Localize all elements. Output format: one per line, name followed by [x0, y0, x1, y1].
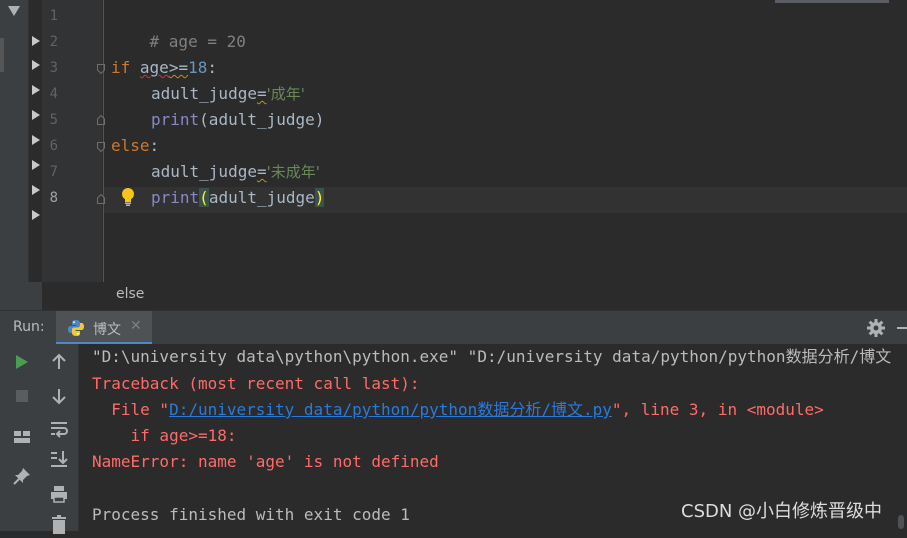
variable: adult_judge — [151, 162, 257, 181]
comment: # age = 20 — [149, 32, 246, 51]
console-command-line: "D:\university data\python\python.exe" "… — [92, 347, 892, 366]
file-suffix: ", line 3, in <module> — [611, 400, 824, 419]
run-tab[interactable]: 博文 ✕ — [56, 311, 152, 345]
keyword: else — [111, 136, 150, 155]
builtin-function: print — [151, 110, 200, 129]
line-number: 2 — [49, 34, 58, 50]
print-icon[interactable] — [49, 484, 69, 504]
breadcrumb-strip — [0, 282, 42, 310]
code-line-3[interactable]: if age>=18: — [111, 55, 217, 81]
run-tab-label: 博文 — [93, 322, 121, 338]
expand-arrow-icon[interactable] — [32, 36, 40, 46]
line-number: 7 — [49, 164, 58, 180]
fold-open-icon[interactable] — [97, 142, 105, 152]
call-arg: adult_judge — [208, 188, 315, 207]
stop-icon[interactable] — [12, 386, 32, 406]
line-number: 5 — [49, 112, 58, 128]
console-traceback: Traceback (most recent call last): — [92, 374, 420, 393]
line-number: 4 — [49, 86, 58, 102]
down-arrow-icon[interactable] — [49, 386, 69, 406]
run-toolbar-secondary — [40, 344, 79, 534]
console-file-line: File "D:/university data/python/python数据… — [92, 397, 824, 423]
watermark: CSDN @小白修炼晋级中 — [681, 501, 883, 522]
fold-close-icon[interactable] — [97, 194, 105, 204]
line-number: 6 — [49, 138, 58, 154]
matched-paren: ) — [314, 188, 325, 207]
keyword: if — [111, 58, 131, 77]
line-number-gutter[interactable]: 1 2 3 4 5 6 7 8 — [42, 0, 102, 282]
trash-icon[interactable] — [49, 514, 69, 534]
code-line-4[interactable]: adult_judge='成年' — [151, 81, 305, 107]
expand-arrow-icon[interactable] — [32, 210, 40, 220]
fold-close-icon[interactable] — [97, 115, 105, 125]
console-exit-status: Process finished with exit code 1 — [92, 505, 410, 524]
matched-paren: ( — [199, 188, 209, 207]
colon: : — [149, 136, 160, 155]
file-prefix: File " — [92, 400, 170, 419]
breadcrumb-bar: else — [0, 282, 907, 310]
unresolved-reference: age — [139, 58, 169, 77]
scroll-to-end-icon[interactable] — [49, 449, 69, 469]
number-literal: 18 — [188, 58, 208, 77]
expand-arrow-icon[interactable] — [32, 110, 40, 120]
expand-arrow-icon[interactable] — [32, 135, 40, 145]
builtin-function: print — [151, 188, 200, 207]
run-tool-header: Run: 博文 ✕ — [0, 310, 907, 345]
close-icon[interactable]: ✕ — [130, 318, 142, 334]
variable: adult_judge — [151, 84, 257, 103]
run-label: Run: — [13, 319, 45, 335]
string-literal: '成年' — [266, 85, 305, 103]
expand-arrow-icon[interactable] — [32, 160, 40, 170]
fold-open-icon[interactable] — [97, 64, 105, 74]
run-toolbar-primary — [0, 344, 41, 531]
soft-wrap-icon[interactable] — [49, 419, 69, 439]
gutter-divider — [103, 0, 104, 282]
breadcrumb[interactable]: else — [116, 286, 144, 302]
horizontal-scroll-thumb[interactable] — [775, 0, 889, 3]
operator: = — [256, 162, 267, 181]
operator: >= — [168, 58, 189, 77]
code-line-5[interactable]: print(adult_judge) — [151, 107, 324, 133]
pin-icon[interactable] — [12, 466, 32, 486]
expand-arrow-icon[interactable] — [32, 185, 40, 195]
line-number: 1 — [49, 8, 58, 24]
string-literal: '未成年' — [266, 163, 320, 181]
layout-icon[interactable] — [12, 427, 32, 447]
python-icon — [67, 319, 85, 337]
console-scrollbar[interactable] — [898, 515, 904, 529]
code-editor[interactable]: 1 2 3 4 5 6 7 8 # age = 20 if age>=18: a… — [0, 0, 907, 282]
project-strip — [0, 0, 29, 282]
collapse-arrow-icon[interactable] — [8, 6, 20, 16]
code-line-6[interactable]: else: — [111, 133, 159, 159]
call-args: (adult_judge) — [199, 110, 325, 129]
expand-arrow-icon[interactable] — [32, 85, 40, 95]
lightbulb-icon[interactable] — [121, 187, 135, 207]
gear-icon[interactable] — [866, 318, 886, 338]
code-line-8[interactable]: print(adult_judge) — [151, 185, 325, 211]
strip-marker — [0, 38, 4, 72]
console-error: NameError: name 'age' is not defined — [92, 452, 439, 471]
code-line-7[interactable]: adult_judge='未成年' — [151, 159, 320, 185]
line-number: 3 — [49, 60, 58, 76]
file-link[interactable]: D:/university data/python/python数据分析/博文.… — [169, 400, 612, 419]
expand-arrow-icon[interactable] — [32, 60, 40, 70]
code-line-1[interactable]: # age = 20 — [111, 3, 246, 51]
colon: : — [207, 58, 217, 77]
current-line-number: 8 — [49, 190, 58, 206]
minimize-icon[interactable] — [897, 327, 907, 329]
run-icon[interactable] — [12, 352, 32, 372]
operator: = — [256, 84, 267, 103]
up-arrow-icon[interactable] — [49, 352, 69, 372]
console-code-line: if age>=18: — [92, 426, 237, 445]
